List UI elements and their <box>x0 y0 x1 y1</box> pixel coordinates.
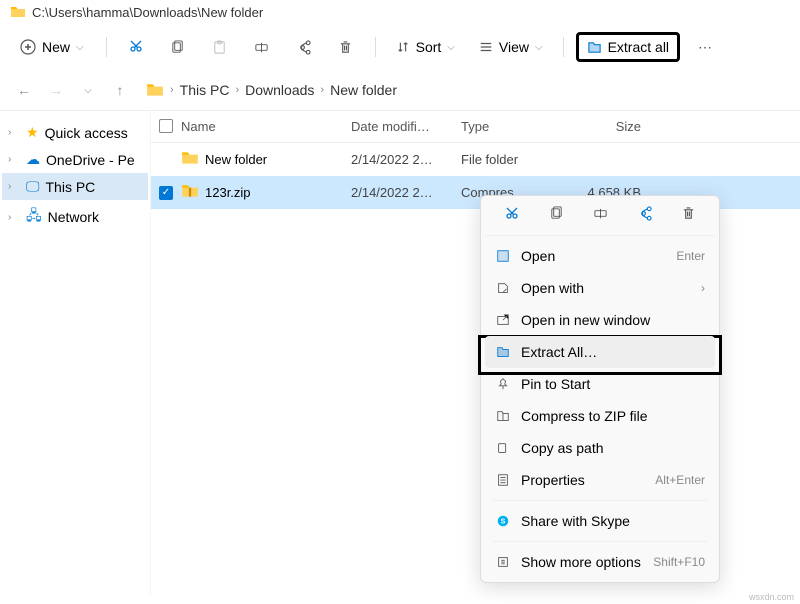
sidebar-item-onedrive[interactable]: › ☁ OneDrive - Pe <box>2 146 148 173</box>
cut-button[interactable] <box>119 30 153 64</box>
trash-icon <box>681 206 696 221</box>
copy-button[interactable] <box>161 30 195 64</box>
chevron-down-icon: ⌵ <box>447 42 455 53</box>
breadcrumb-item[interactable]: Downloads <box>245 82 314 98</box>
new-button[interactable]: New ⌵ <box>10 33 94 61</box>
column-name[interactable]: Name <box>181 119 351 134</box>
nav-bar: ← → ⌵ ↑ › This PC › Downloads › New fold… <box>0 70 800 111</box>
chevron-down-icon: ⌵ <box>535 42 543 53</box>
chevron-right-icon: › <box>8 127 20 138</box>
copy-path-icon <box>495 441 511 455</box>
rename-button[interactable] <box>245 30 279 64</box>
paste-button[interactable] <box>203 30 237 64</box>
ctx-copy-path[interactable]: Copy as path <box>485 432 715 464</box>
share-button[interactable] <box>637 206 652 225</box>
window-title-path: C:\Users\hamma\Downloads\New folder <box>32 5 263 20</box>
breadcrumb-item[interactable]: This PC <box>180 82 230 98</box>
sidebar-item-network[interactable]: › 🖧 Network <box>2 200 148 234</box>
paste-icon <box>212 40 227 55</box>
sidebar-item-this-pc[interactable]: › 🖵 This PC <box>2 173 148 200</box>
ctx-open[interactable]: Open Enter <box>485 240 715 272</box>
ctx-show-more[interactable]: Show more options Shift+F10 <box>485 546 715 578</box>
rename-icon <box>593 206 608 221</box>
chevron-right-icon: › <box>701 281 705 295</box>
extract-icon <box>495 345 511 359</box>
more-button[interactable]: ⋯ <box>688 30 722 64</box>
share-icon <box>296 40 311 55</box>
zip-icon <box>495 409 511 423</box>
properties-icon <box>495 473 511 487</box>
forward-button[interactable]: → <box>42 76 70 104</box>
extract-all-toolbar-button[interactable]: Extract all <box>576 32 680 62</box>
ctx-open-new-window[interactable]: Open in new window <box>485 304 715 336</box>
copy-button[interactable] <box>549 206 564 225</box>
chevron-right-icon: › <box>320 84 324 96</box>
pin-icon <box>495 377 511 391</box>
chevron-down-icon: ⌵ <box>76 42 84 53</box>
monitor-icon: 🖵 <box>26 178 40 195</box>
cloud-icon: ☁ <box>26 151 40 168</box>
ctx-extract-all[interactable]: Extract All… <box>485 336 715 368</box>
watermark: wsxdn.com <box>749 592 794 602</box>
chevron-right-icon: › <box>8 154 20 165</box>
row-checkbox[interactable]: ✓ <box>159 186 173 200</box>
folder-icon <box>10 4 26 20</box>
toolbar: New ⌵ Sort ⌵ View ⌵ Extract all ⋯ <box>0 24 800 70</box>
chevron-right-icon: › <box>8 181 20 192</box>
view-icon <box>479 40 493 54</box>
sidebar-item-quick-access[interactable]: › ★ Quick access <box>2 119 148 146</box>
svg-text:S: S <box>501 519 506 526</box>
scissors-icon <box>128 39 144 55</box>
breadcrumb: › This PC › Downloads › New folder <box>146 81 397 99</box>
select-all-checkbox[interactable] <box>159 119 173 133</box>
copy-icon <box>549 206 564 221</box>
chevron-right-icon: › <box>235 84 239 96</box>
cut-button[interactable] <box>504 206 520 225</box>
up-button[interactable]: ↑ <box>106 76 134 104</box>
zip-icon <box>181 182 199 203</box>
sort-button[interactable]: Sort ⌵ <box>388 33 463 61</box>
column-type[interactable]: Type <box>461 119 561 134</box>
new-window-icon <box>495 313 511 327</box>
column-date[interactable]: Date modifi… <box>351 119 461 134</box>
more-icon <box>495 555 511 569</box>
context-menu: Open Enter Open with › Open in new windo… <box>480 195 720 583</box>
skype-icon: S <box>495 514 511 528</box>
open-with-icon <box>495 281 511 295</box>
file-row[interactable]: New folder 2/14/2022 2… File folder <box>151 143 800 176</box>
folder-icon <box>146 81 164 99</box>
ctx-properties[interactable]: Properties Alt+Enter <box>485 464 715 496</box>
back-button[interactable]: ← <box>10 76 38 104</box>
sort-icon <box>396 40 410 54</box>
column-size[interactable]: Size <box>561 119 651 134</box>
ctx-pin-to-start[interactable]: Pin to Start <box>485 368 715 400</box>
chevron-right-icon: › <box>8 212 20 223</box>
context-menu-toolbar <box>485 200 715 236</box>
ctx-share-skype[interactable]: S Share with Skype <box>485 505 715 537</box>
ctx-compress[interactable]: Compress to ZIP file <box>485 400 715 432</box>
folder-icon <box>181 149 199 170</box>
title-bar: C:\Users\hamma\Downloads\New folder <box>0 0 800 24</box>
view-button[interactable]: View ⌵ <box>471 33 551 61</box>
extract-icon <box>587 40 602 55</box>
sidebar: › ★ Quick access › ☁ OneDrive - Pe › 🖵 T… <box>0 111 150 595</box>
open-icon <box>495 249 511 263</box>
trash-icon <box>338 40 353 55</box>
delete-button[interactable] <box>681 206 696 225</box>
share-icon <box>637 206 652 221</box>
copy-icon <box>170 40 185 55</box>
network-icon: 🖧 <box>26 205 42 229</box>
chevron-right-icon: › <box>170 84 174 96</box>
plus-circle-icon <box>20 39 36 55</box>
breadcrumb-item[interactable]: New folder <box>330 82 397 98</box>
column-headers: Name Date modifi… Type Size <box>151 111 800 143</box>
star-icon: ★ <box>26 124 39 141</box>
rename-button[interactable] <box>593 206 608 225</box>
share-button[interactable] <box>287 30 321 64</box>
ctx-open-with[interactable]: Open with › <box>485 272 715 304</box>
delete-button[interactable] <box>329 30 363 64</box>
rename-icon <box>254 40 269 55</box>
recent-button[interactable]: ⌵ <box>74 76 102 104</box>
scissors-icon <box>504 206 520 222</box>
